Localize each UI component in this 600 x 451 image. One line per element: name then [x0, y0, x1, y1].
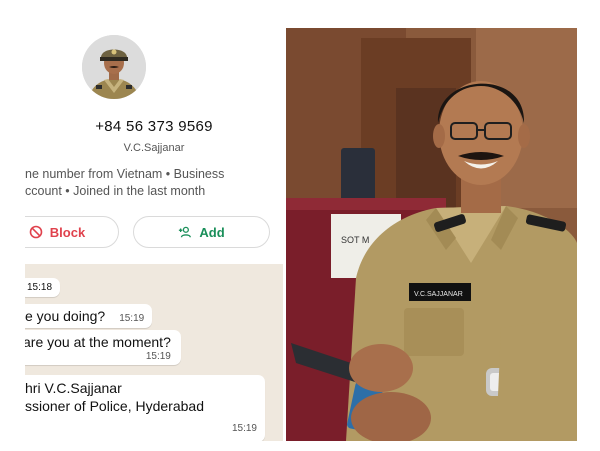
message-time: 15:19	[145, 351, 171, 362]
message-timestamp: 15:18	[25, 278, 61, 297]
block-button[interactable]: Block	[25, 216, 119, 248]
add-user-icon	[179, 226, 192, 238]
block-icon	[29, 225, 43, 239]
block-label: Block	[49, 224, 86, 240]
message-time: 15:19	[231, 423, 257, 434]
message-text: e you doing?	[25, 308, 106, 324]
chat-screenshot: +84 56 373 9569 V.C.Sajjanar ne number f…	[25, 28, 283, 441]
add-label: Add	[199, 224, 225, 240]
info-line: ccount • Joined in the last month	[25, 184, 206, 198]
message-time: 15:19	[119, 313, 145, 324]
message-bubble[interactable]: hri V.C.Sajjanar ssioner of Police, Hyde…	[25, 375, 265, 441]
message-text: are you at the moment?	[25, 334, 171, 350]
contact-info: ne number from Vietnam • Business ccount…	[25, 166, 224, 200]
avatar[interactable]	[82, 35, 146, 99]
officer-photo-illustration: SOT M V.C.SAJJANAR	[286, 28, 577, 441]
avatar-portrait	[82, 35, 146, 99]
message-bubble[interactable]: are you at the moment? 15:19	[25, 330, 181, 365]
phone-number: +84 56 373 9569	[95, 118, 213, 135]
info-line: ne number from Vietnam • Business	[25, 167, 225, 181]
officer-photo: SOT M V.C.SAJJANAR	[286, 28, 577, 441]
message-text: ssioner of Police, Hyderabad	[25, 398, 204, 414]
name-tag-text: V.C.SAJJANAR	[414, 291, 463, 298]
placard-text: SOT M	[341, 235, 369, 245]
message-text: hri V.C.Sajjanar	[25, 380, 122, 396]
contact-name: V.C.Sajjanar	[123, 142, 185, 154]
message-bubble[interactable]: e you doing? 15:19	[25, 304, 153, 328]
composite-image: +84 56 373 9569 V.C.Sajjanar ne number f…	[0, 0, 600, 451]
add-contact-button[interactable]: Add	[133, 216, 270, 248]
